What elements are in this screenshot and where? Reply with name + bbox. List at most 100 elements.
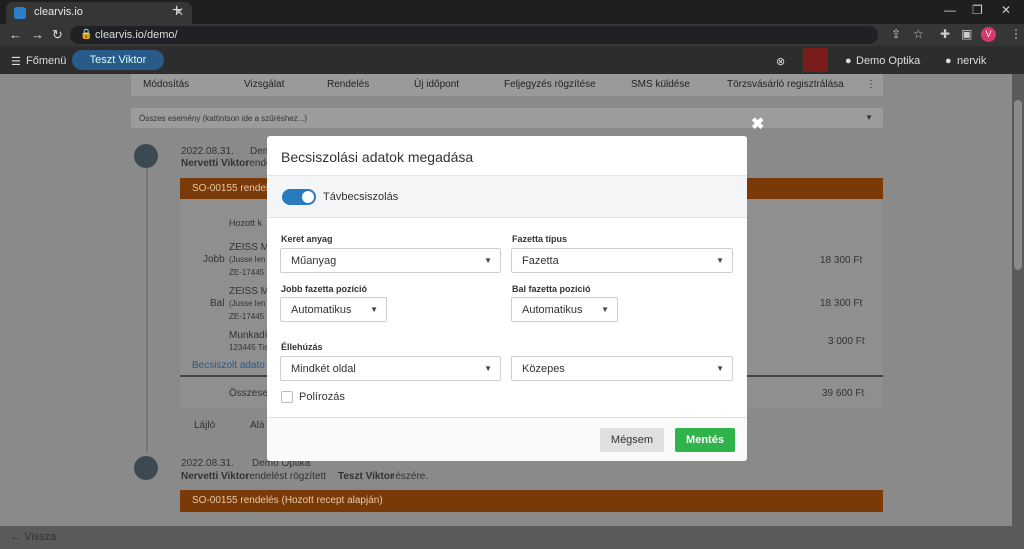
lock-icon: 🔒 bbox=[80, 29, 93, 40]
toggle-knob bbox=[302, 191, 314, 203]
save-button[interactable]: Mentés bbox=[675, 428, 735, 452]
bal-value: Automatikus bbox=[522, 304, 583, 316]
detail-footer-left[interactable]: Lájló bbox=[194, 420, 215, 431]
filter-text: Összes esemény (kattintson ide a szűrésh… bbox=[139, 114, 308, 123]
back-link[interactable]: ← Vissza bbox=[10, 531, 56, 543]
toggle-row: Távbecsiszolás bbox=[267, 176, 747, 218]
action-order[interactable]: Rendelés bbox=[327, 79, 369, 90]
tab-title: clearvis.io bbox=[34, 6, 83, 18]
shop-selector[interactable]: Demo Optika bbox=[856, 55, 920, 67]
polir-label: Polírozás bbox=[299, 391, 345, 403]
main-menu-link[interactable]: Főmenü bbox=[26, 55, 66, 67]
elle-label: Éllehúzás bbox=[281, 342, 323, 352]
extensions-icon[interactable]: ✚ bbox=[940, 27, 950, 41]
event2-verb: rendelést rögzített bbox=[246, 471, 327, 482]
becsiszolas-modal: Becsiszolási adatok megadása Távbecsiszo… bbox=[267, 136, 747, 461]
row-jobb-sub2: ZE-17445 bbox=[229, 268, 265, 277]
row-jobb-sub1: (Jusse len bbox=[229, 255, 266, 264]
browser-tab[interactable]: clearvis.io ✕ bbox=[6, 2, 192, 24]
minimize-icon[interactable]: — bbox=[944, 3, 956, 17]
current-customer-pill[interactable]: Teszt Viktor bbox=[72, 50, 164, 70]
event2-name: Nervetti Viktor bbox=[181, 471, 250, 482]
share-icon[interactable]: ⇪ bbox=[891, 27, 901, 41]
back-label: Vissza bbox=[24, 531, 57, 543]
modal-close-icon[interactable]: ✖ bbox=[751, 114, 764, 134]
user-menu[interactable]: nervik bbox=[957, 55, 986, 67]
url-text: clearvis.io/demo/ bbox=[95, 29, 178, 41]
jobb-select[interactable]: Automatikus ▼ bbox=[280, 297, 387, 322]
new-tab-button[interactable]: + bbox=[172, 2, 181, 20]
elle-caret-icon: ▼ bbox=[484, 364, 492, 373]
row-jobb-price: 18 300 Ft bbox=[820, 255, 863, 266]
elle-intensity-value: Közepes bbox=[522, 363, 565, 375]
location-pin-icon: ● bbox=[845, 55, 852, 67]
total-value: 39 600 Ft bbox=[822, 388, 865, 399]
row-munka-sub: 123445 Tisz bbox=[229, 343, 273, 352]
action-modify[interactable]: Módosítás bbox=[143, 79, 189, 90]
action-exam[interactable]: Vizsgálat bbox=[244, 79, 284, 90]
back-arrow-icon[interactable]: ← bbox=[9, 27, 22, 42]
fazetta-tipus-select[interactable]: Fazetta ▼ bbox=[511, 248, 733, 273]
bal-label: Bal fazetta pozíció bbox=[512, 284, 591, 294]
tavbecsiszolas-toggle[interactable] bbox=[282, 189, 316, 205]
menu-icon[interactable]: ☰ bbox=[11, 55, 21, 68]
row-bal-side: Bal bbox=[210, 298, 225, 309]
event2-date: 2022.08.31. bbox=[181, 458, 234, 469]
row-munka-price: 3 000 Ft bbox=[828, 336, 865, 347]
elle-value: Mindkét oldal bbox=[291, 363, 356, 375]
row-bal-sub1: (Jusse len bbox=[229, 299, 266, 308]
address-bar[interactable]: 🔒 clearvis.io/demo/ bbox=[70, 26, 878, 44]
more-icon[interactable]: ⋮ bbox=[866, 79, 876, 90]
maximize-icon[interactable]: ❐ bbox=[972, 3, 983, 17]
detail-hozott: Hozott k bbox=[229, 218, 263, 228]
keret-caret-icon: ▼ bbox=[484, 256, 492, 265]
fazetta-tipus-label: Fazetta típus bbox=[512, 234, 568, 244]
event2-suffix: részére. bbox=[392, 471, 429, 482]
cancel-button[interactable]: Mégsem bbox=[600, 428, 664, 452]
user-icon: ● bbox=[945, 55, 952, 67]
browser-menu-icon[interactable]: ⋮ bbox=[1010, 27, 1022, 41]
becsiszolt-link[interactable]: Becsiszolt adato bbox=[192, 360, 265, 371]
scrollbar-thumb[interactable] bbox=[1014, 100, 1022, 270]
keret-label: Keret anyag bbox=[281, 234, 333, 244]
action-sms[interactable]: SMS küldése bbox=[631, 79, 690, 90]
reload-icon[interactable]: ↻ bbox=[52, 27, 63, 43]
event1-name: Nervetti Viktor bbox=[181, 158, 250, 169]
event2-card[interactable]: SO-00155 rendelés (Hozott recept alapján… bbox=[180, 490, 883, 512]
event1-date: 2022.08.31. bbox=[181, 146, 234, 157]
action-loyalty[interactable]: Törzsvásárló regisztrálása bbox=[727, 79, 844, 90]
sidepanel-icon[interactable]: ▣ bbox=[961, 27, 972, 41]
jobb-value: Automatikus bbox=[291, 304, 352, 316]
row-bal-price: 18 300 Ft bbox=[820, 298, 863, 309]
event2-target: Teszt Viktor bbox=[338, 471, 394, 482]
event2-bag-icon bbox=[134, 456, 158, 480]
action-note[interactable]: Feljegyzés rögzítése bbox=[504, 79, 596, 90]
profile-avatar[interactable]: V bbox=[981, 27, 996, 42]
elle-intensity-select[interactable]: Közepes ▼ bbox=[511, 356, 733, 381]
event-filter[interactable]: Összes esemény (kattintson ide a szűrésh… bbox=[131, 108, 883, 128]
notification-button[interactable] bbox=[803, 48, 828, 72]
keret-select[interactable]: Műanyag ▼ bbox=[280, 248, 501, 273]
close-circle-icon[interactable]: ⊗ bbox=[776, 55, 785, 68]
elle-select[interactable]: Mindkét oldal ▼ bbox=[280, 356, 501, 381]
timeline-line bbox=[146, 168, 148, 453]
action-bar: Módosítás Vizsgálat Rendelés Új időpont … bbox=[131, 74, 883, 96]
modal-title: Becsiszolási adatok megadása bbox=[281, 149, 474, 165]
modal-footer: Mégsem Mentés bbox=[267, 417, 747, 461]
row-jobb-side: Jobb bbox=[203, 254, 225, 265]
fazetta-tipus-caret-icon: ▼ bbox=[716, 256, 724, 265]
action-appointment[interactable]: Új időpont bbox=[414, 79, 459, 90]
detail-footer-mid[interactable]: Alá bbox=[250, 420, 264, 431]
bal-caret-icon: ▼ bbox=[601, 305, 609, 314]
event-bag-icon bbox=[134, 144, 158, 168]
bal-select[interactable]: Automatikus ▼ bbox=[511, 297, 618, 322]
polir-checkbox[interactable] bbox=[281, 391, 293, 403]
row-munka-name: Munkadí bbox=[229, 330, 268, 341]
bookmark-star-icon[interactable]: ☆ bbox=[913, 27, 924, 41]
elle-intensity-caret-icon: ▼ bbox=[716, 364, 724, 373]
clearvis-favicon-icon bbox=[14, 7, 26, 19]
forward-arrow-icon[interactable]: → bbox=[31, 27, 44, 42]
jobb-caret-icon: ▼ bbox=[370, 305, 378, 314]
window-close-icon[interactable]: ✕ bbox=[1001, 3, 1011, 17]
toggle-label: Távbecsiszolás bbox=[323, 191, 399, 203]
